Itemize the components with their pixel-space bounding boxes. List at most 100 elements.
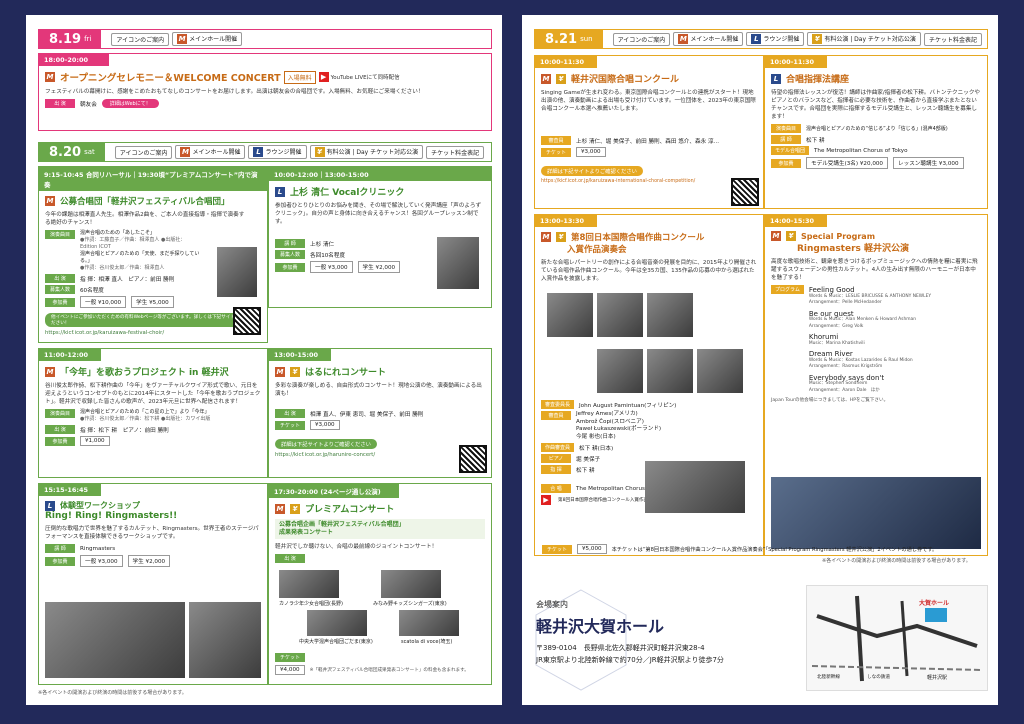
event-url[interactable]: https://kicf.icot.or.jp/harunire-concert… xyxy=(269,451,491,459)
event-title-line2: 入賞作品演奏会 xyxy=(567,245,627,255)
judge-photo xyxy=(597,349,643,393)
cond-value: 指 揮：松下 耕 ピアノ：前田 勝則 xyxy=(80,427,169,434)
song-title: 混声合唱のための「あしたこそ」 xyxy=(80,230,156,236)
judge-value: 上杉 清仁、堀 美保子、前田 勝則、森田 悠介、森永 淳… xyxy=(576,138,720,145)
web-link[interactable]: 詳細はWebにて！ xyxy=(101,99,159,108)
venue-name: 軽井沢大賀ホール xyxy=(536,617,665,636)
ticket-row: チケット xyxy=(269,652,311,663)
event-title: M オープニングセレモニー＆WELCOME CONCERT 入場無料 ▶ YouT… xyxy=(39,66,491,86)
fee-row: 参加費 一般 ¥3,000 学生 ¥2,000 xyxy=(39,554,267,568)
fee-value: ¥1,000 xyxy=(80,436,110,446)
legend-lounge: L ラウンジ開催 xyxy=(746,32,805,46)
program-song-arr: Arrangement：Rasmus Krigström xyxy=(808,364,883,369)
event-description: フェスティバルの幕開けに、感謝をこめたおもてなしのコンサートをお届けします。出演… xyxy=(45,89,424,95)
event-kotoshi-project: 11:00-12:00 M 「今年」を歌おうプロジェクト in 軽井沢 谷川俊太郎… xyxy=(38,348,268,478)
fee-general: 一般 ¥10,000 xyxy=(80,296,127,308)
fee-audit: レッスン聴講生 ¥3,000 xyxy=(893,157,964,169)
fee-label: 参加費 xyxy=(771,158,801,168)
legend-ticket-price: チケット料金表記 xyxy=(426,145,485,159)
ticket-label: チケット xyxy=(275,653,305,662)
date-819: 8.19 fri xyxy=(39,30,102,48)
event-opening: 18:00-20:00 M オープニングセレモニー＆WELCOME CONCER… xyxy=(38,53,492,131)
date-label: 8.21 xyxy=(545,31,578,47)
event-description: 今年の課題は相澤直人先生。相澤作品2曲を、ご本人の直接指導・指揮で演奏する絶好の… xyxy=(45,212,245,226)
choir-photo xyxy=(399,610,459,636)
event-title: L 上杉 清仁 Vocalクリニック xyxy=(269,181,491,200)
legend-about: アイコンのご案内 xyxy=(111,32,170,46)
event-time: 17:30-20:00 (24ページ通し公演) xyxy=(269,484,399,498)
legend-ticket-price: チケット料金表記 xyxy=(923,32,982,46)
fee-label: 参加費 xyxy=(45,436,75,446)
song-title: 混声合唱とピアノのための「天使、まだ手探りしている。」 xyxy=(80,251,200,264)
date-820: 8.20 sat xyxy=(39,143,105,161)
ticket-icon: ¥ xyxy=(290,366,300,377)
map-hall-label: 大賀ホール xyxy=(919,600,950,607)
songs-row: 演奏曲目 混声合唱とピアノのための「この星の上で」より「今年」 ●作詞：谷川俊太郎… xyxy=(39,408,267,424)
youtube-icon: ▶ xyxy=(318,72,329,82)
main-hall-icon: M xyxy=(275,366,285,377)
lec-value: Ringmasters xyxy=(80,545,116,552)
event-time: 10:00-11:30 xyxy=(535,56,597,68)
map-rail-label: 北陸新幹線 xyxy=(817,675,840,680)
venue-info: 会場案内 軽井沢大賀ホール 〒389-0104 長野県北佐久郡軽井沢町軽井沢東2… xyxy=(535,585,786,695)
venue-address: 〒389-0104 長野県北佐久郡軽井沢町軽井沢東28-4 xyxy=(536,644,705,652)
songs-list: 混声合唱とピアノのための「この星の上で」より「今年」 ●作詞：谷川俊太郎／作曲：松… xyxy=(80,409,210,423)
legend-main: M メインホール開催 xyxy=(175,145,246,159)
cond-label: 指 揮 xyxy=(541,465,571,474)
main-hall-icon: M xyxy=(45,72,55,82)
judge-head-label: 審査委員長 xyxy=(541,400,575,409)
choir-name: みなみ野キッズシンガーズ(東京) xyxy=(373,601,447,607)
event-time: 13:00-15:00 xyxy=(269,349,331,361)
sub-banner: 公募合唱企画「軽井沢フェスティバル合唱団」 成果発表コンサート xyxy=(275,519,485,539)
ticket-note: ※「軽井沢フェスティバル合唱団成果発表コンサート」の料金も含まれます。 xyxy=(309,668,469,673)
event-composition-concert: 13:00-13:30 M ¥ 第8回日本国際合唱作曲コンクール 入賞作品演奏会 新… xyxy=(534,214,764,556)
piano-label: ピアノ xyxy=(541,454,571,463)
judge-name: Jeffrey Ames(アメリカ) xyxy=(576,411,638,417)
event-ringmasters-concert: 14:00-15:30 M ¥ Special Program Ringmaster… xyxy=(764,214,988,556)
event-description: 谷川俊太郎作詩、松下耕作曲の「今年」をヴァーチャルクワイア形式で歌い、元日を迎え… xyxy=(45,383,261,405)
footnote: ※各イベントの開演および終演の時間は前後する場合があります。 xyxy=(822,558,971,564)
choir-label: 合 唱 xyxy=(541,484,571,493)
workshop-photo xyxy=(45,602,185,678)
fee-student: 学生 ¥2,000 xyxy=(357,261,401,273)
main-hall-icon: M xyxy=(541,232,551,242)
songs-row: 演奏曲目 混声合唱とピアノのための“信じる”より「信じる」(混声4部版) xyxy=(765,123,987,134)
perf-value: 相澤 直人、伊東 恵司、堀 美保子、前田 勝則 xyxy=(310,411,424,418)
cond-label: 出 演 xyxy=(45,274,75,283)
event-url[interactable]: https://kicf.icot.or.jp/karuizawa-intern… xyxy=(535,178,763,185)
song-title: 混声合唱とピアノのための「この星の上で」より「今年」 xyxy=(80,409,210,415)
lounge-icon: L xyxy=(751,34,762,44)
main-hall-icon: M xyxy=(45,366,55,377)
event-description: 待望の指揮法レッスンが復活！講師は作曲家/指揮者の松下耕。バトンテクニックやピア… xyxy=(771,90,981,120)
event-premium-concert: 17:30-20:00 (24ページ通し公演) M ¥ プレミアムコンサート 公募合… xyxy=(268,483,492,685)
legend-ticket: ¥ 有料公演 | Day チケット対応公演 xyxy=(807,32,921,46)
event-time: 11:00-12:00 xyxy=(39,349,101,361)
program-song-arr: Arrangement：Greg Volk xyxy=(808,323,864,329)
song-credit: ●作詞：谷川俊太郎／作曲：松下耕 ●出版社：カワイ出版 xyxy=(80,416,211,422)
date-label: 8.20 xyxy=(49,144,82,160)
program-list: Feeling Good Words & Music：LESLIE BRICUS… xyxy=(809,285,931,394)
choir-photo xyxy=(381,570,441,598)
icon-legend: アイコンのご案内 M メインホール開催 L ラウンジ開催 ¥ 有料公演 | Day チ… xyxy=(114,145,485,159)
choir-row: モデル合唱団 The Metropolitan Chorus of Tokyo xyxy=(765,145,987,156)
legend-main: M メインホール開催 xyxy=(172,32,243,46)
lec-value: 上杉 清仁 xyxy=(310,241,335,248)
event-title: M 公募合唱団「軽井沢フェスティバル合唱団」 xyxy=(39,191,267,209)
main-hall-icon: M xyxy=(177,34,188,44)
song-credit: ●作詞：工藤直子／作曲：相澤直人 ●出版社：Edition ICOT xyxy=(80,237,186,250)
legend-ticket: ¥ 有料公演 | Day チケット対応公演 xyxy=(309,145,424,159)
lec-row: 講 師 Ringmasters xyxy=(39,543,267,554)
lounge-icon: L xyxy=(771,73,781,84)
day-header-819: 8.19 fri アイコンのご案内 M メインホール開催 xyxy=(38,29,492,49)
judge-head-row: 審査委員長 John August Pamintuan(フィリピン) xyxy=(535,399,763,410)
event-title: M ¥ 軽井沢国際合唱コンクール xyxy=(535,68,763,87)
event-title: M ¥ Special Program xyxy=(765,227,987,241)
venue-map: 大賀ホール 軽井沢駅 北陸新幹線 しなの鉄道 xyxy=(806,585,988,691)
main-hall-icon: M xyxy=(771,231,781,241)
lec-label: 講 師 xyxy=(45,544,75,553)
judge-name: Paweł Łukaszewski(ポーランド) xyxy=(576,426,662,432)
legend-lounge: L ラウンジ開催 xyxy=(248,145,307,159)
tour-note: Japan Tourの他会場につきましては、HPをご覧下さい。 xyxy=(771,398,889,403)
lec-label: 講 師 xyxy=(771,135,801,144)
